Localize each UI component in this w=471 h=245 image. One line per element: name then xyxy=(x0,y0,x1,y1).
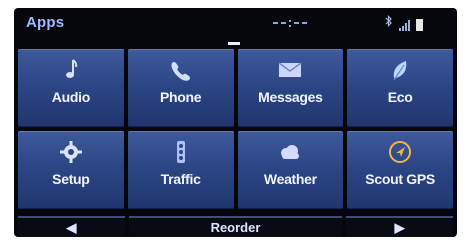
app-tile-scout-gps[interactable]: Scout GPS xyxy=(347,131,453,209)
battery-icon xyxy=(416,19,423,31)
bluetooth-icon xyxy=(385,15,393,31)
music-note-icon xyxy=(62,57,80,83)
clock-segment xyxy=(273,22,278,24)
app-tile-audio[interactable]: Audio xyxy=(18,49,124,127)
apps-grid: Audio Phone Messages Eco Setup Traffic W… xyxy=(18,49,453,209)
clock-segment xyxy=(294,22,299,24)
envelope-icon xyxy=(277,57,303,83)
app-tile-messages[interactable]: Messages xyxy=(237,49,344,127)
footer-bar: ◀ Reorder ▶ xyxy=(18,216,453,237)
app-label: Audio xyxy=(51,89,90,105)
app-tile-setup[interactable]: Setup xyxy=(18,131,124,209)
page-title: Apps xyxy=(26,14,65,31)
cloud-icon xyxy=(276,139,304,165)
navigation-arrow-icon xyxy=(387,139,413,165)
prev-page-button[interactable]: ◀ xyxy=(18,216,125,237)
phone-icon xyxy=(168,57,194,83)
leaf-icon xyxy=(390,57,410,83)
clock-colon xyxy=(289,19,291,28)
reorder-label: Reorder xyxy=(210,220,261,235)
signal-icon xyxy=(399,19,410,31)
app-tile-traffic[interactable]: Traffic xyxy=(127,131,234,209)
left-arrow-icon: ◀ xyxy=(66,219,77,235)
apps-screen: Apps Audio Phone Messages Eco Setup Traf… xyxy=(14,8,457,237)
clock-display xyxy=(254,16,326,30)
app-label: Scout GPS xyxy=(365,171,435,187)
right-arrow-icon: ▶ xyxy=(394,219,405,235)
status-bar xyxy=(385,15,423,31)
app-label: Traffic xyxy=(160,171,201,187)
app-tile-weather[interactable]: Weather xyxy=(237,131,344,209)
gear-icon xyxy=(59,139,83,165)
page-indicator xyxy=(228,42,240,45)
app-label: Weather xyxy=(263,171,317,187)
app-tile-eco[interactable]: Eco xyxy=(347,49,453,127)
app-label: Eco xyxy=(387,89,413,105)
traffic-light-icon xyxy=(174,139,188,165)
clock-segment xyxy=(302,22,307,24)
reorder-button[interactable]: Reorder xyxy=(128,216,343,237)
next-page-button[interactable]: ▶ xyxy=(346,216,453,237)
app-label: Setup xyxy=(52,171,90,187)
clock-segment xyxy=(281,22,286,24)
app-label: Messages xyxy=(258,89,323,105)
app-tile-phone[interactable]: Phone xyxy=(127,49,234,127)
app-label: Phone xyxy=(159,89,202,105)
